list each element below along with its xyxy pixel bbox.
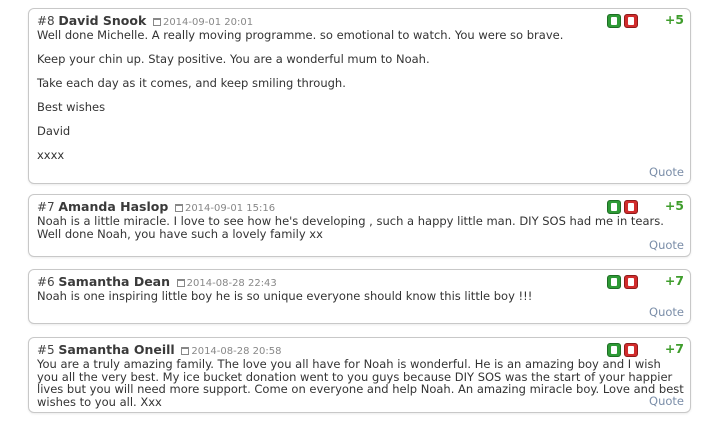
thumbs-up-icon[interactable] (607, 14, 621, 28)
thumbs-up-icon[interactable] (607, 275, 621, 289)
comment-card: #5 Samantha Oneill 2014-08-28 20:58 +7 Y… (28, 337, 691, 413)
quote-link[interactable]: Quote (649, 305, 684, 319)
thumbs-down-icon[interactable] (624, 200, 638, 214)
comment-date: 2014-09-01 20:01 (162, 17, 254, 28)
comment-number: #7 (37, 200, 55, 214)
thumbs-down-icon[interactable] (624, 275, 638, 289)
calendar-icon (176, 279, 185, 287)
thumbs-down-icon[interactable] (624, 343, 638, 357)
comment-date: 2014-09-01 15:16 (184, 203, 276, 214)
thumbs-up-icon[interactable] (607, 200, 621, 214)
comment-header: #5 Samantha Oneill 2014-08-28 20:58 +7 (37, 341, 684, 358)
quote-link[interactable]: Quote (649, 238, 684, 252)
calendar-icon (181, 347, 190, 355)
quote-link[interactable]: Quote (649, 165, 684, 179)
quote-link[interactable]: Quote (649, 394, 684, 408)
comment-paragraph: Keep your chin up. Stay positive. You ar… (37, 52, 430, 66)
comment-paragraph: xxxx (37, 148, 65, 162)
comment-author: Amanda Haslop (58, 199, 169, 214)
comment-paragraph: Noah is a little miracle. I love to see … (37, 214, 664, 241)
comment-score: +7 (664, 341, 684, 356)
comment-score: +5 (664, 198, 684, 213)
comment-paragraph: Take each day as it comes, and keep smil… (37, 76, 346, 90)
comment-number: #5 (37, 343, 55, 357)
comment-paragraph: David (37, 124, 71, 138)
comment-date: 2014-08-28 20:58 (191, 346, 282, 357)
comment-number: #6 (37, 275, 55, 289)
comment-paragraph: Well done Michelle. A really moving prog… (37, 28, 564, 42)
comment-number: #8 (37, 14, 55, 28)
comment-author: David Snook (58, 13, 147, 28)
thumbs-up-icon[interactable] (607, 343, 621, 357)
comment-score: +7 (664, 273, 684, 288)
thumbs-down-icon[interactable] (624, 14, 638, 28)
comment-card: #8 David Snook 2014-09-01 20:01 +5 Well … (28, 8, 691, 184)
comment-body: Noah is a little miracle. I love to see … (37, 215, 684, 240)
comment-card: #6 Samantha Dean 2014-08-28 22:43 +7 Noa… (28, 269, 691, 324)
comment-paragraph: Best wishes (37, 100, 106, 114)
comment-paragraph: Noah is one inspiring little boy he is s… (37, 289, 533, 303)
comment-score: +5 (664, 12, 684, 27)
comment-date: 2014-08-28 22:43 (186, 278, 277, 289)
comment-author: Samantha Oneill (58, 342, 175, 357)
calendar-icon (152, 18, 161, 26)
calendar-icon (174, 204, 183, 212)
comment-header: #6 Samantha Dean 2014-08-28 22:43 +7 (37, 273, 684, 290)
comment-body: You are a truly amazing family. The love… (37, 358, 684, 408)
comment-body: Noah is one inspiring little boy he is s… (37, 290, 684, 303)
comment-header: #8 David Snook 2014-09-01 20:01 +5 (37, 12, 684, 29)
comment-author: Samantha Dean (58, 274, 171, 289)
comment-card: #7 Amanda Haslop 2014-09-01 15:16 +5 Noa… (28, 194, 691, 257)
comment-paragraph: You are a truly amazing family. The love… (37, 357, 684, 409)
comment-body: Well done Michelle. A really moving prog… (37, 29, 684, 162)
comment-header: #7 Amanda Haslop 2014-09-01 15:16 +5 (37, 198, 684, 215)
